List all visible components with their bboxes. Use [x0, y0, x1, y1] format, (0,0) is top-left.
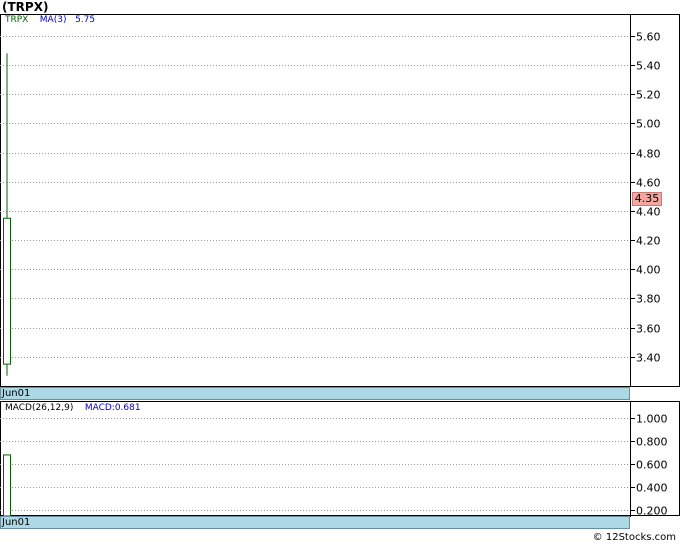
price-tick-label: 4.20 [636, 235, 661, 248]
chart-title: (TRPX) [2, 0, 49, 14]
price-date-label: Jun01 [2, 388, 31, 399]
legend-ma-value: 5.75 [75, 15, 96, 25]
legend-symbol: TRPX [5, 15, 29, 25]
macd-tick-label: 0.200 [636, 505, 668, 518]
current-price-badge: 4.35 [632, 192, 662, 206]
price-legend: TRPX MA(3) 5.75 [5, 15, 95, 25]
macd-date-strip: Jun01 [0, 516, 630, 529]
price-tick-label: 3.40 [636, 352, 661, 365]
candle-body [3, 217, 11, 365]
macd-tick-label: 1.000 [636, 413, 668, 426]
macd-tick-label: 0.600 [636, 459, 668, 472]
macd-date-label: Jun01 [2, 517, 31, 528]
price-date-strip: Jun01 [0, 387, 630, 400]
legend-ma-label: MA(3) [39, 15, 67, 25]
price-tick-label: 5.20 [636, 89, 661, 102]
macd-plot: 0.200 0.400 0.600 0.800 1.000 [0, 401, 680, 517]
macd-legend-value: MACD:0.681 [84, 403, 141, 413]
macd-legend: MACD(26,12,9) MACD:0.681 [5, 403, 141, 413]
price-tick-label: 4.00 [636, 264, 661, 277]
price-tick-label: 4.40 [636, 206, 661, 219]
macd-bar [3, 454, 11, 517]
price-tick-label: 5.40 [636, 60, 661, 73]
site-credit: © 12Stocks.com [592, 532, 676, 543]
price-frame [0, 14, 680, 387]
macd-tick-label: 0.400 [636, 482, 668, 495]
price-tick-label: 3.60 [636, 323, 661, 336]
price-tick-label: 5.60 [636, 31, 661, 44]
macd-legend-label: MACD(26,12,9) [5, 403, 74, 413]
price-tick-label: 3.80 [636, 293, 661, 306]
price-tick-label: 5.00 [636, 118, 661, 131]
macd-panel: 0.200 0.400 0.600 0.800 1.000 MACD(26,12,9) … [0, 401, 680, 517]
macd-tick-label: 0.800 [636, 436, 668, 449]
price-plot: 3.40 3.60 3.80 4.00 4.20 4.40 4.60 4.80 5.00 5.20… [0, 14, 680, 387]
price-tick-label: 4.60 [636, 177, 661, 190]
price-tick-label: 4.80 [636, 148, 661, 161]
price-panel: 3.40 3.60 3.80 4.00 4.20 4.40 4.60 4.80 5.00 5.20… [0, 14, 680, 388]
